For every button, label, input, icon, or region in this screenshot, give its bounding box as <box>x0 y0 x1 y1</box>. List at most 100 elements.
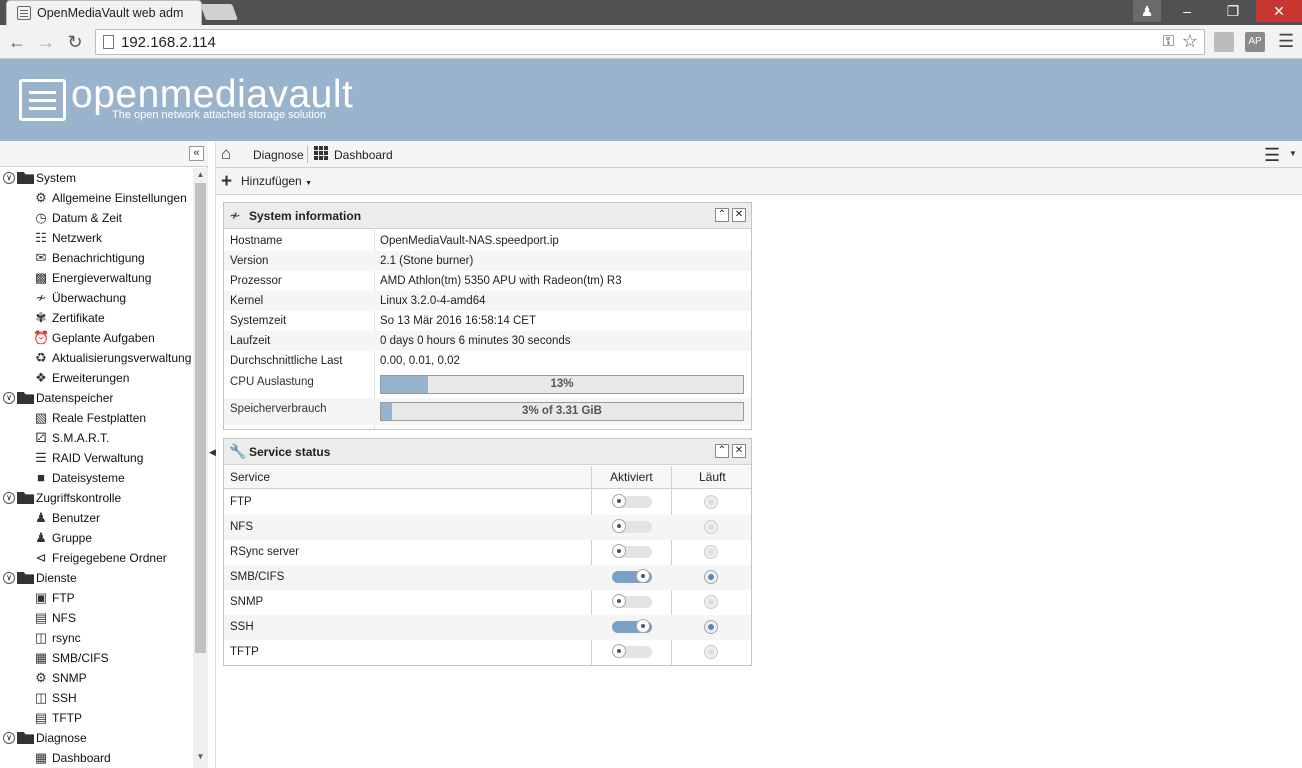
folder-icon <box>17 392 34 404</box>
close-icon[interactable]: ✕ <box>1256 0 1302 22</box>
browser-tab[interactable]: OpenMediaVault web adm <box>6 0 202 26</box>
sidebar-item-dashboard[interactable]: ▦ Dashboard <box>0 748 193 768</box>
sidebar-item-label: Geplante Aufgaben <box>52 331 155 345</box>
tree-group-storage[interactable]: ∨ Datenspeicher <box>0 388 193 408</box>
service-enabled-toggle[interactable] <box>612 569 652 583</box>
collapse-widget-icon[interactable]: ⌃ <box>715 444 729 458</box>
breadcrumb-item-dashboard[interactable]: Dashboard <box>334 148 393 162</box>
tree-group-diagnostics[interactable]: ∨ Diagnose <box>0 728 193 748</box>
scroll-down-icon[interactable]: ▼ <box>193 752 208 761</box>
app-subtitle: The open network attached storage soluti… <box>112 109 327 121</box>
info-key: Prozessor <box>230 275 282 287</box>
collapse-widget-icon[interactable]: ⌃ <box>715 208 729 222</box>
new-tab-button[interactable] <box>200 4 238 20</box>
add-button[interactable]: + Hinzufügen ▼ <box>221 172 312 191</box>
column-header-service[interactable]: Service <box>230 470 270 484</box>
scroll-up-icon[interactable]: ▲ <box>193 170 208 179</box>
user-profile-icon[interactable]: ♟ <box>1133 0 1161 22</box>
sidebar-item-groups[interactable]: ♟ Gruppe <box>0 528 193 548</box>
info-row-version: Version 2.1 (Stone burner) <box>224 251 751 271</box>
sidebar-item-rsync[interactable]: ◫ rsync <box>0 628 193 648</box>
reload-icon[interactable]: ↻ <box>63 30 87 54</box>
minimize-icon[interactable]: – <box>1164 0 1210 22</box>
sidebar-item-general-settings[interactable]: ⚙ Allgemeine Einstellungen <box>0 188 193 208</box>
collapse-toggle-icon[interactable]: ∨ <box>3 732 15 744</box>
scroll-thumb[interactable] <box>195 183 206 653</box>
sidebar-item-scheduled-tasks[interactable]: ⏰ Geplante Aufgaben <box>0 328 193 348</box>
sidebar-item-certificates[interactable]: ✾ Zertifikate <box>0 308 193 328</box>
close-widget-icon[interactable]: ✕ <box>732 444 746 458</box>
home-icon[interactable]: ⌂ <box>221 144 231 164</box>
sidebar-item-snmp[interactable]: ⚙ SNMP <box>0 668 193 688</box>
sidebar-item-network[interactable]: ☷ Netzwerk <box>0 228 193 248</box>
folder-icon <box>17 492 34 504</box>
collapse-toggle-icon[interactable]: ∨ <box>3 392 15 404</box>
service-running-indicator <box>704 645 718 659</box>
sidebar-item-users[interactable]: ♟ Benutzer <box>0 508 193 528</box>
hamburger-menu-icon[interactable]: ☰ <box>1264 145 1280 166</box>
sidebar-item-nfs[interactable]: ▤ NFS <box>0 608 193 628</box>
browser-toolbar: ← → ↻ 192.168.2.114 ⚿ ☆ AP ☰ <box>0 25 1302 59</box>
tree-group-services[interactable]: ∨ Dienste <box>0 568 193 588</box>
column-header-running[interactable]: Läuft <box>699 470 726 484</box>
sidebar-item-shared-folders[interactable]: ⊲ Freigegebene Ordner <box>0 548 193 568</box>
tree-group-label: Dienste <box>36 571 77 585</box>
service-running-indicator <box>704 495 718 509</box>
sidebar-item-smart[interactable]: ⚂ S.M.A.R.T. <box>0 428 193 448</box>
service-enabled-toggle[interactable] <box>612 594 652 608</box>
sidebar-scrollbar[interactable]: ▲ ▼ <box>193 168 208 768</box>
key-icon[interactable]: ⚿ <box>1163 33 1174 50</box>
sidebar-item-power-management[interactable]: ▩ Energieverwaltung <box>0 268 193 288</box>
collapse-toggle-icon[interactable]: ∨ <box>3 172 15 184</box>
service-enabled-toggle[interactable] <box>612 544 652 558</box>
sidebar-item-notification[interactable]: ✉ Benachrichtigung <box>0 248 193 268</box>
sidebar-item-label: Dashboard <box>52 751 111 765</box>
sidebar-item-ftp[interactable]: ▣ FTP <box>0 588 193 608</box>
table-row: TFTP <box>224 640 751 665</box>
collapse-toggle-icon[interactable]: ∨ <box>3 572 15 584</box>
toggle-knob <box>612 544 626 558</box>
service-enabled-toggle[interactable] <box>612 644 652 658</box>
share-icon: ⊲ <box>35 550 47 565</box>
tree-group-system[interactable]: ∨ System <box>0 168 193 188</box>
hard-disk-icon: ▧ <box>34 410 48 425</box>
tree-group-label: Diagnose <box>36 731 87 745</box>
collapse-arrow-icon[interactable]: ◀ <box>209 447 216 458</box>
panel-splitter[interactable]: ◀ <box>208 141 216 768</box>
extension-icon[interactable] <box>1214 32 1234 52</box>
extension-ap-icon[interactable]: AP <box>1245 32 1265 52</box>
service-enabled-toggle[interactable] <box>612 494 652 508</box>
collapse-sidebar-icon[interactable]: « <box>189 146 204 161</box>
sidebar-item-date-time[interactable]: ◷ Datum & Zeit <box>0 208 193 228</box>
sidebar-item-label: Netzwerk <box>52 231 103 245</box>
sidebar-item-update-management[interactable]: ♻ Aktualisierungsverwaltung <box>0 348 193 368</box>
sidebar-item-raid[interactable]: ☰ RAID Verwaltung <box>0 448 193 468</box>
toggle-knob <box>636 619 650 633</box>
chevron-down-icon[interactable]: ▼ <box>1289 149 1297 158</box>
sidebar-item-label: SSH <box>52 691 77 705</box>
close-widget-icon[interactable]: ✕ <box>732 208 746 222</box>
address-bar[interactable]: 192.168.2.114 ⚿ ☆ <box>95 29 1205 55</box>
sidebar-item-physical-disks[interactable]: ▧ Reale Festplatten <box>0 408 193 428</box>
back-icon[interactable]: ← <box>5 30 29 54</box>
tree-group-access-control[interactable]: ∨ Zugriffskontrolle <box>0 488 193 508</box>
collapse-toggle-icon[interactable]: ∨ <box>3 492 15 504</box>
bookmark-star-icon[interactable]: ☆ <box>1182 31 1198 52</box>
chevron-down-icon: ▼ <box>305 180 312 187</box>
breadcrumb-item-diagnose[interactable]: Diagnose <box>253 148 304 162</box>
sidebar-item-smb-cifs[interactable]: ▦ SMB/CIFS <box>0 648 193 668</box>
forward-icon[interactable]: → <box>34 30 58 54</box>
table-row: SNMP <box>224 590 751 615</box>
browser-menu-icon[interactable]: ☰ <box>1278 31 1294 52</box>
sidebar-item-plugins[interactable]: ❖ Erweiterungen <box>0 368 193 388</box>
sidebar-item-filesystems[interactable]: ■ Dateisysteme <box>0 468 193 488</box>
sidebar-item-ssh[interactable]: ◫ SSH <box>0 688 193 708</box>
sidebar-item-monitoring[interactable]: ≁ Überwachung <box>0 288 193 308</box>
column-header-enabled[interactable]: Aktiviert <box>610 470 653 484</box>
navigation-tree: ∨ System ⚙ Allgemeine Einstellungen ◷ Da… <box>0 168 193 768</box>
service-enabled-toggle[interactable] <box>612 519 652 533</box>
sidebar-item-tftp[interactable]: ▤ TFTP <box>0 708 193 728</box>
windows-icon: ▦ <box>34 650 48 665</box>
service-enabled-toggle[interactable] <box>612 619 652 633</box>
maximize-icon[interactable]: ❐ <box>1210 0 1256 22</box>
